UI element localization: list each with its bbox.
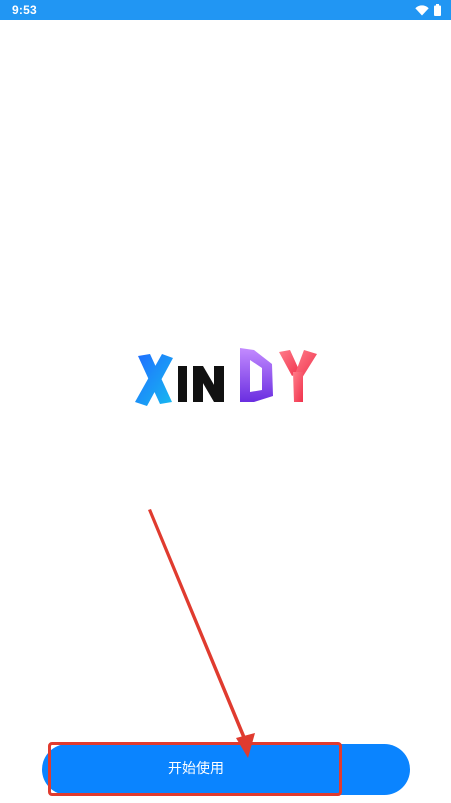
- logo-letter-d: [240, 348, 273, 402]
- splash-screen: 9:53 开始使用: [0, 0, 451, 803]
- status-icons: [415, 4, 441, 16]
- start-button[interactable]: [42, 744, 410, 795]
- status-time: 9:53: [12, 3, 37, 17]
- logo-letter-y: [279, 350, 317, 402]
- logo-letter-x: [135, 354, 173, 406]
- logo-letter-i: [178, 366, 187, 402]
- status-bar: 9:53: [0, 0, 451, 20]
- wifi-icon: [415, 4, 429, 16]
- logo-letter-n: [193, 366, 224, 402]
- xindy-logo: [132, 346, 320, 408]
- battery-icon: [434, 4, 441, 16]
